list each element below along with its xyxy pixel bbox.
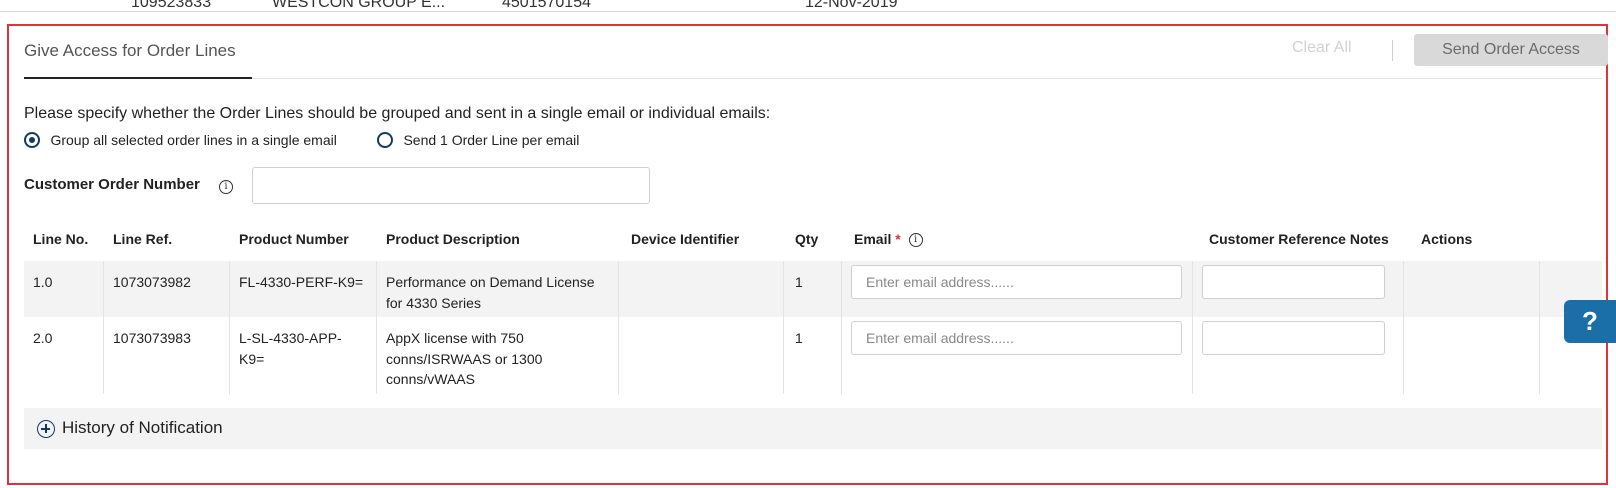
cell-qty: 1 — [795, 274, 803, 290]
column-divider — [229, 261, 230, 394]
radio-option-group[interactable]: Group all selected order lines in a sing… — [24, 131, 337, 149]
radio-unchecked-icon[interactable] — [377, 131, 393, 148]
order-id: 109523833 — [131, 0, 212, 11]
plus-circle-icon[interactable] — [37, 420, 55, 438]
email-field[interactable] — [851, 265, 1182, 299]
send-order-access-button[interactable]: Send Order Access — [1414, 34, 1608, 66]
email-field[interactable] — [851, 321, 1182, 355]
col-header-line-no: Line No. — [33, 231, 89, 247]
notes-field[interactable] — [1202, 265, 1385, 299]
required-marker: * — [895, 231, 901, 247]
cell-line-no: 2.0 — [33, 330, 53, 346]
give-access-panel: Give Access for Order Lines Clear All Se… — [7, 24, 1608, 485]
grouping-instruction: Please specify whether the Order Lines s… — [24, 105, 771, 122]
radio-label-group: Group all selected order lines in a sing… — [50, 131, 337, 148]
col-header-actions: Actions — [1421, 231, 1473, 247]
cell-qty: 1 — [795, 330, 803, 346]
radio-option-individual[interactable]: Send 1 Order Line per email — [377, 131, 579, 149]
previous-order-row: 109523833 WESTCON GROUP E... 4501570154 … — [0, 0, 1616, 12]
cell-product-description: Performance on Demand License for 4330 S… — [386, 274, 595, 311]
customer-order-number-field[interactable] — [252, 167, 650, 204]
history-of-notification-toggle[interactable]: History of Notification — [24, 408, 1602, 449]
column-divider — [1192, 261, 1193, 394]
col-header-email: Email * i — [854, 231, 923, 248]
column-divider — [1539, 261, 1540, 394]
partner-name: WESTCON GROUP E... — [272, 0, 446, 11]
cell-line-no: 1.0 — [33, 274, 53, 290]
email-header-label: Email — [854, 231, 892, 247]
col-header-product-number: Product Number — [239, 231, 349, 247]
col-header-line-ref: Line Ref. — [113, 231, 173, 247]
col-header-product-description: Product Description — [386, 231, 520, 247]
clear-all-link[interactable]: Clear All — [1292, 39, 1352, 57]
column-divider — [103, 261, 104, 394]
tab-bar: Give Access for Order Lines Clear All Se… — [24, 26, 1608, 79]
email-input[interactable] — [852, 266, 1181, 298]
tab-label: Give Access for Order Lines — [24, 41, 236, 60]
col-header-customer-reference-notes: Customer Reference Notes — [1209, 231, 1389, 247]
po-number: 4501570154 — [502, 0, 591, 11]
radio-label-individual: Send 1 Order Line per email — [403, 131, 580, 148]
tab-give-access[interactable]: Give Access for Order Lines — [24, 26, 252, 79]
col-header-qty: Qty — [795, 231, 819, 247]
info-icon[interactable]: i — [219, 180, 233, 194]
email-info-icon[interactable]: i — [908, 233, 923, 248]
notes-input[interactable] — [1203, 322, 1384, 354]
help-button[interactable]: ? — [1564, 300, 1616, 343]
cell-product-number: L-SL-4330-APP-K9= — [239, 330, 342, 367]
notes-field[interactable] — [1202, 321, 1385, 355]
column-divider — [841, 261, 842, 394]
cell-product-description: AppX license with 750 conns/ISRWAAS or 1… — [386, 330, 543, 387]
notes-input[interactable] — [1203, 266, 1384, 298]
column-divider — [618, 261, 619, 394]
email-input[interactable] — [852, 322, 1181, 354]
order-date: 12-Nov-2019 — [805, 0, 898, 11]
radio-checked-icon[interactable] — [24, 131, 40, 148]
cell-line-ref: 1073073982 — [113, 274, 191, 290]
column-divider — [783, 261, 784, 394]
col-header-device-identifier: Device Identifier — [631, 231, 740, 247]
toolbar-divider — [1392, 40, 1393, 61]
cell-product-number: FL-4330-PERF-K9= — [239, 274, 364, 290]
customer-order-number-label: Customer Order Number — [24, 176, 200, 193]
column-divider — [376, 261, 377, 394]
cell-line-ref: 1073073983 — [113, 330, 191, 346]
column-divider — [1403, 261, 1404, 394]
history-label: History of Notification — [62, 418, 223, 437]
